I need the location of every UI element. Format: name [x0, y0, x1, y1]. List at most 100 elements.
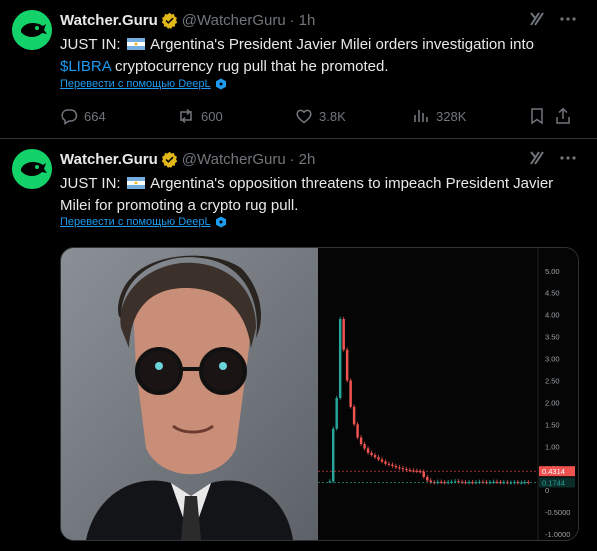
views-button[interactable]: 328K	[412, 107, 528, 125]
candle	[408, 469, 412, 471]
tweet-text-prefix: JUST IN:	[60, 175, 125, 192]
candle	[359, 437, 363, 445]
argentina-flag-icon	[126, 177, 145, 189]
translate-label[interactable]: Перевести с помощью DeepL	[60, 78, 211, 90]
y-tick-label: 2.00	[545, 398, 560, 407]
cashtag-link[interactable]: $LIBRA	[60, 58, 111, 75]
y-tick-label: 4.00	[545, 311, 560, 320]
price-label: 0.4314	[542, 467, 565, 476]
candle	[429, 480, 432, 483]
tweet-text-prefix: JUST IN:	[60, 36, 125, 53]
views-icon	[414, 110, 428, 122]
translate-link[interactable]: Перевести с помощью DeepL	[60, 78, 227, 90]
candle	[356, 424, 359, 438]
candle	[422, 471, 426, 477]
candle	[345, 349, 349, 381]
separator: ·	[289, 11, 295, 29]
y-tick-label: 3.00	[545, 355, 560, 364]
y-tick-label: -0.5000	[545, 508, 570, 517]
tweet-text-suffix: cryptocurrency rug pull that he promoted…	[110, 58, 389, 75]
grok-icon[interactable]	[529, 150, 545, 166]
share-button[interactable]	[554, 107, 572, 125]
y-tick-label: 3.50	[545, 333, 560, 342]
more-icon[interactable]	[559, 149, 577, 167]
candle	[401, 468, 405, 470]
author-name[interactable]: Watcher.Guru	[60, 12, 158, 29]
candle	[349, 380, 352, 407]
bookmark-button[interactable]	[528, 107, 554, 125]
candle	[391, 464, 394, 466]
price-label: 0.1744	[542, 478, 565, 487]
deepl-icon	[215, 216, 226, 228]
y-tick-label: 4.50	[545, 289, 560, 298]
y-tick-label: -1.0000	[545, 530, 570, 539]
repost-icon	[180, 108, 192, 124]
candle	[398, 467, 401, 469]
tweet[interactable]: Watcher.Guru @WatcherGuru · 1h JUST IN: …	[0, 0, 597, 139]
author-name[interactable]: Watcher.Guru	[60, 151, 158, 168]
verified-badge-icon[interactable]	[161, 12, 178, 29]
candle	[331, 428, 335, 482]
translate-link[interactable]: Перевести с помощью DeepL	[60, 216, 227, 228]
argentina-flag-icon	[126, 38, 145, 50]
candle	[394, 466, 398, 468]
candle	[405, 469, 408, 471]
reply-count: 664	[84, 108, 106, 124]
more-icon[interactable]	[559, 10, 577, 28]
candle	[380, 459, 384, 462]
price-chart[interactable]: 5.004.504.003.503.002.502.001.501.000.50…	[318, 248, 578, 540]
candle	[366, 448, 370, 453]
heart-icon	[296, 109, 312, 124]
like-count: 3.8K	[319, 108, 346, 124]
tweet-media[interactable]: 5.004.504.003.503.002.502.001.501.000.50…	[60, 247, 579, 541]
y-tick-label: 1.00	[545, 442, 560, 451]
author-handle[interactable]: @WatcherGuru	[182, 12, 286, 29]
candle	[426, 476, 429, 481]
repost-button[interactable]: 600	[177, 107, 295, 125]
timestamp[interactable]: 2h	[299, 151, 316, 168]
tweet-text: JUST IN: Argentina's President Javier Mi…	[60, 34, 580, 78]
share-icon	[556, 107, 570, 124]
candle	[373, 455, 377, 458]
action-bar: 664 600 3.8K 328K	[60, 106, 580, 126]
candle	[363, 444, 366, 449]
repost-count: 600	[201, 108, 223, 124]
tweet-text-main: Argentina's President Javier Milei order…	[146, 36, 534, 53]
candle	[520, 482, 523, 484]
tweet-header: Watcher.Guru @WatcherGuru · 1h	[60, 10, 577, 30]
candle	[495, 481, 499, 483]
grok-icon[interactable]	[529, 11, 545, 27]
candle	[509, 482, 513, 484]
person-photo[interactable]	[61, 248, 318, 540]
candle	[384, 461, 387, 464]
candle	[387, 463, 391, 465]
translate-label[interactable]: Перевести с помощью DeepL	[60, 216, 211, 228]
separator: ·	[289, 150, 295, 168]
portrait-image	[61, 248, 318, 540]
author-handle[interactable]: @WatcherGuru	[182, 151, 286, 168]
deepl-icon	[215, 78, 226, 90]
avatar[interactable]	[12, 10, 52, 50]
candle	[338, 319, 342, 398]
reply-button[interactable]: 664	[60, 107, 177, 125]
candle	[335, 398, 338, 429]
candle	[370, 452, 373, 456]
candle	[377, 457, 380, 460]
view-count: 328K	[436, 108, 467, 124]
candle	[352, 406, 356, 425]
y-tick-label: 1.50	[545, 420, 560, 429]
avatar[interactable]	[12, 149, 52, 189]
tweet-header: Watcher.Guru @WatcherGuru · 2h	[60, 149, 577, 169]
candle	[467, 482, 471, 484]
tweet-text: JUST IN: Argentina's opposition threaten…	[60, 173, 580, 217]
bookmark-icon	[531, 108, 543, 125]
y-tick-label: 2.50	[545, 376, 560, 385]
watcher-guru-logo-icon	[12, 149, 52, 189]
timestamp[interactable]: 1h	[299, 12, 316, 29]
like-button[interactable]: 3.8K	[295, 107, 412, 125]
y-tick-label: 5.00	[545, 267, 560, 276]
candlestick-chart: 5.004.504.003.503.002.502.001.501.000.50…	[318, 248, 575, 540]
candle	[342, 319, 345, 350]
verified-badge-icon[interactable]	[161, 151, 178, 168]
watcher-guru-logo-icon	[12, 10, 52, 50]
